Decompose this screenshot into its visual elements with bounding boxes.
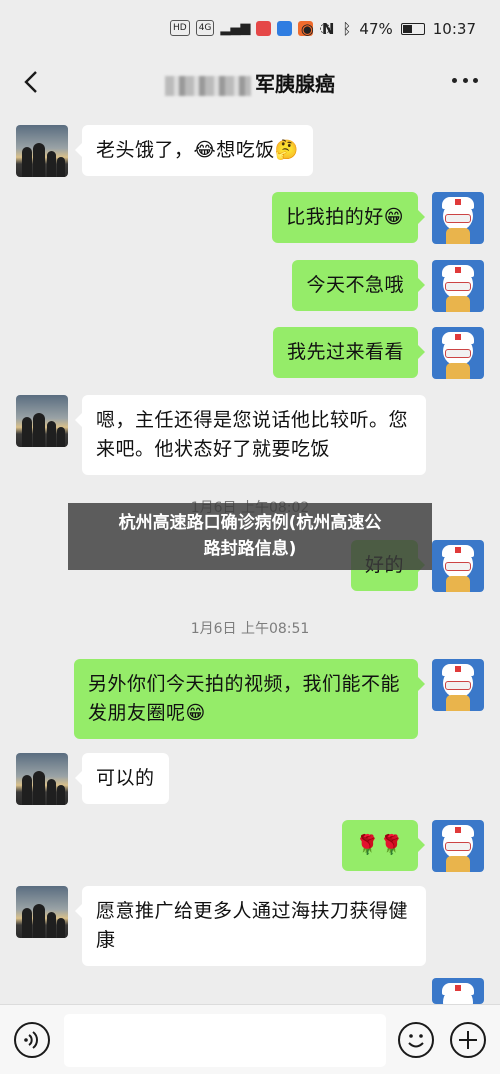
message-bubble[interactable]: 比我拍的好😁 [272, 192, 425, 243]
message-bubble[interactable]: 我先过来看看 [272, 327, 426, 378]
network-badge: 4G [195, 20, 215, 36]
hd-badge: HD [170, 20, 190, 36]
message-input[interactable] [64, 1014, 386, 1067]
status-bar: HD 4G ▂▄▆ ◌ ◉ N ᛒ 47% 10:37 [0, 0, 500, 58]
my-avatar[interactable] [432, 820, 484, 872]
message-bubble[interactable]: 嗯，主任还得是您说话他比较听。您来吧。他状态好了就要吃饭 [75, 395, 426, 475]
voice-input-icon[interactable] [14, 1022, 50, 1058]
app-notification-icon [256, 20, 272, 36]
chat-title-text: 胰腺癌 [275, 72, 335, 96]
timestamp: 1月6日 上午08:51 [190, 621, 310, 637]
clock: 10:37 [432, 20, 476, 38]
message-bubble[interactable]: 今天不急哦 [292, 260, 425, 311]
message-bubble[interactable]: 🌹🌹 [341, 820, 426, 871]
eye-icon: ◉ [300, 20, 314, 38]
bluetooth-icon: ᛒ [342, 20, 352, 38]
message-bubble[interactable]: 老头饿了，😂想吃饭🤔 [75, 125, 313, 176]
caption-line-1: 杭州高速路口确诊病例(杭州高速公 [118, 513, 382, 533]
my-avatar[interactable] [432, 978, 484, 1004]
my-avatar[interactable] [432, 659, 484, 711]
redacted-name [165, 75, 251, 96]
contact-avatar[interactable] [16, 886, 68, 938]
contact-avatar[interactable] [16, 125, 68, 177]
message-bubble[interactable]: 可以的 [75, 753, 169, 804]
contact-avatar[interactable] [16, 395, 68, 447]
my-avatar[interactable] [432, 540, 484, 592]
contact-avatar[interactable] [16, 753, 68, 805]
my-avatar[interactable] [432, 260, 484, 312]
caption-line-2: 路封路信息) [203, 539, 297, 559]
chat-title-prefix: 军 [255, 72, 275, 96]
battery-icon [400, 23, 425, 35]
app-notification-icon [277, 20, 293, 36]
plus-icon[interactable] [450, 1022, 486, 1058]
message-bubble[interactable]: 愿意推广给更多人通过海扶刀获得健康 [75, 886, 426, 966]
nfc-icon: N [321, 20, 335, 38]
chat-title: 军胰腺癌 [0, 68, 500, 97]
emoji-icon[interactable] [398, 1022, 434, 1058]
news-caption-overlay: 杭州高速路口确诊病例(杭州高速公 路封路信息) [68, 503, 432, 570]
more-options-icon[interactable] [452, 78, 478, 86]
status-right-icons: ◉ N ᛒ 47% 10:37 [301, 20, 476, 38]
my-avatar[interactable] [432, 327, 484, 379]
chat-header: 军胰腺癌 [0, 58, 500, 106]
battery-percent: 47% [359, 20, 393, 38]
message-bubble[interactable]: 另外你们今天拍的视频，我们能不能发朋友圈呢😁 [74, 659, 425, 739]
my-avatar[interactable] [432, 192, 484, 244]
input-bar [0, 1004, 500, 1074]
signal-icon: ▂▄▆ [220, 20, 251, 36]
